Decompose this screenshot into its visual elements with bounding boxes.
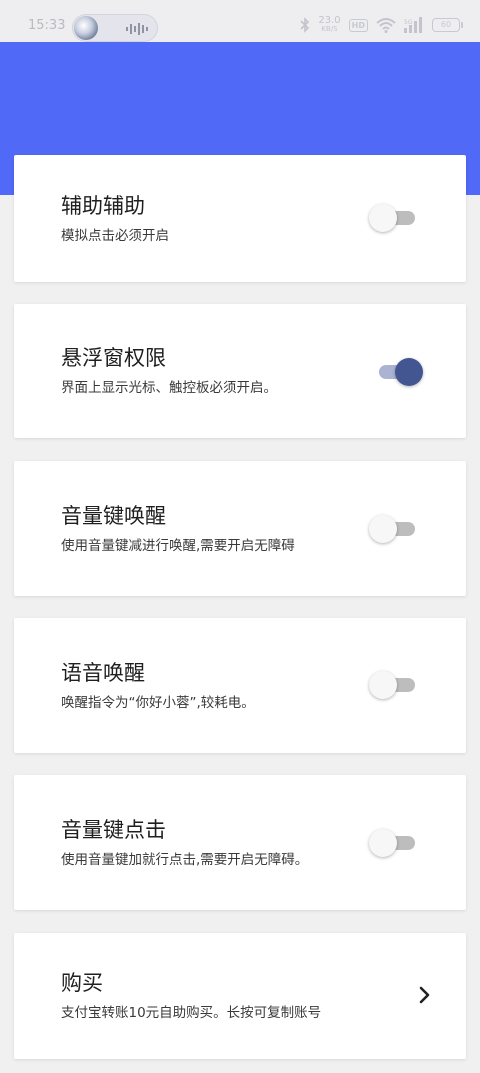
purchase-description: 支付宝转账10元自助购买。长按可复制账号 [61, 1005, 322, 1021]
wifi-icon [376, 18, 396, 33]
battery-icon: 60 [432, 18, 463, 32]
setting-card-overlay-permission[interactable]: 悬浮窗权限 界面上显示光标、触控板必须开启。 [14, 304, 466, 438]
purchase-card[interactable]: 购买 支付宝转账10元自助购买。长按可复制账号 [14, 933, 466, 1059]
cellular-signal-icon: 5G [404, 17, 422, 33]
setting-card-voice-wake[interactable]: 语音唤醒 唤醒指令为“你好小蓉”,较耗电。 [14, 618, 466, 753]
hd-badge: HD [348, 18, 368, 32]
chevron-right-icon [419, 986, 430, 1004]
media-avatar-icon [74, 16, 98, 40]
status-bar: 15:33 23.0 KB/S HD 5G 60 [0, 0, 480, 42]
setting-description: 使用音量键减进行唤醒,需要开启无障碍 [61, 538, 295, 554]
toggle-switch[interactable] [369, 203, 423, 233]
audio-wave-icon [126, 23, 148, 35]
setting-description: 使用音量键加就行点击,需要开启无障碍。 [61, 852, 309, 868]
setting-title: 语音唤醒 [61, 661, 145, 685]
svg-text:5G: 5G [404, 19, 413, 26]
setting-description: 唤醒指令为“你好小蓉”,较耗电。 [61, 695, 255, 711]
network-speed: 23.0 KB/S [318, 15, 341, 34]
toggle-knob [369, 204, 397, 232]
toggle-knob [369, 515, 397, 543]
setting-title: 悬浮窗权限 [61, 346, 166, 370]
setting-card-volume-click[interactable]: 音量键点击 使用音量键加就行点击,需要开启无障碍。 [14, 775, 466, 910]
toggle-switch[interactable] [369, 514, 423, 544]
setting-description: 模拟点击必须开启 [61, 228, 169, 244]
bluetooth-icon [300, 17, 310, 33]
toggle-knob [369, 671, 397, 699]
media-capsule[interactable] [72, 14, 158, 42]
toggle-switch[interactable] [369, 828, 423, 858]
status-time: 15:33 [28, 18, 66, 33]
setting-title: 音量键点击 [61, 818, 166, 842]
setting-description: 界面上显示光标、触控板必须开启。 [61, 380, 277, 396]
setting-card-accessibility[interactable]: 辅助辅助 模拟点击必须开启 [14, 155, 466, 282]
toggle-knob [369, 829, 397, 857]
setting-title: 辅助辅助 [61, 194, 145, 218]
setting-card-volume-wake[interactable]: 音量键唤醒 使用音量键减进行唤醒,需要开启无障碍 [14, 461, 466, 596]
toggle-knob [395, 358, 423, 386]
purchase-title: 购买 [61, 971, 103, 995]
setting-title: 音量键唤醒 [61, 504, 166, 528]
status-icons: 23.0 KB/S HD 5G 60 [300, 14, 463, 36]
toggle-switch[interactable] [369, 357, 423, 387]
toggle-switch[interactable] [369, 670, 423, 700]
